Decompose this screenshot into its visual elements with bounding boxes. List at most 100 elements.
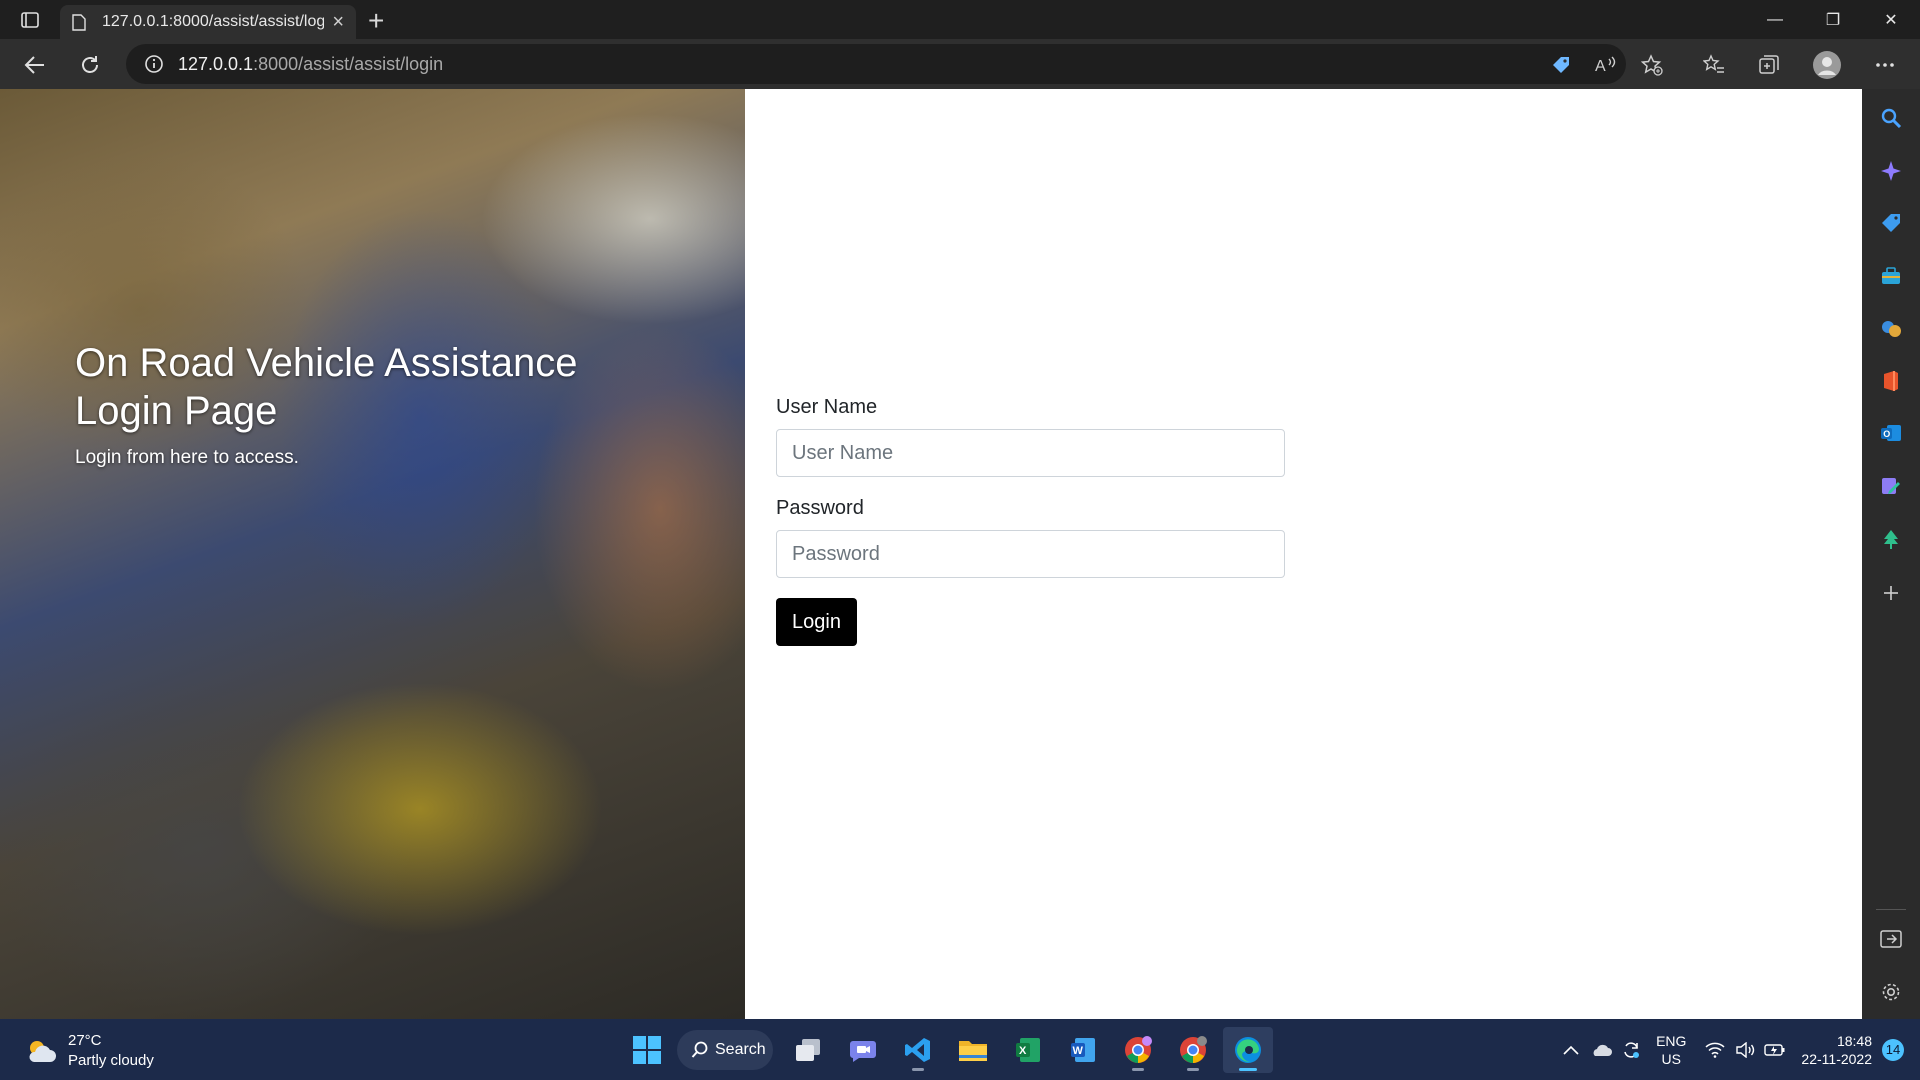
sidebar-office-icon[interactable] — [1879, 369, 1903, 393]
volume-icon[interactable] — [1731, 1041, 1759, 1058]
add-favorite-icon[interactable] — [1636, 49, 1668, 81]
address-bar-row: 127.0.0.1:8000/assist/assist/login A — [0, 39, 1920, 89]
page-content: On Road Vehicle Assistance Login Page Lo… — [0, 89, 1862, 1019]
start-button[interactable] — [622, 1027, 672, 1073]
wifi-icon[interactable] — [1701, 1042, 1729, 1058]
url-path: :8000/assist/assist/login — [253, 53, 444, 74]
hero-image: On Road Vehicle Assistance Login Page Lo… — [0, 89, 745, 1019]
password-input[interactable] — [776, 530, 1285, 578]
teams-chat-app[interactable] — [838, 1027, 888, 1073]
profile-avatar-icon[interactable] — [1811, 49, 1843, 81]
favorites-icon[interactable] — [1698, 49, 1730, 81]
sidebar-tree-icon[interactable] — [1879, 527, 1903, 551]
url-bar[interactable]: 127.0.0.1:8000/assist/assist/login — [126, 44, 1626, 84]
svg-text:A: A — [1595, 58, 1606, 75]
sidebar-outlook-icon[interactable]: O — [1879, 421, 1903, 445]
sidebar-hide-icon[interactable] — [1879, 927, 1903, 951]
read-aloud-icon[interactable]: A — [1590, 49, 1622, 81]
edge-app[interactable] — [1223, 1027, 1273, 1073]
word-app[interactable]: W — [1058, 1027, 1108, 1073]
search-label: Search — [715, 1041, 766, 1058]
sidebar-divider — [1876, 909, 1906, 910]
clock[interactable]: 18:48 22-11-2022 — [1801, 1032, 1872, 1068]
sidebar-search-icon[interactable] — [1879, 106, 1903, 130]
language-indicator[interactable]: ENG US — [1656, 1032, 1686, 1068]
sidebar-games-icon[interactable] — [1879, 317, 1903, 341]
task-view-button[interactable] — [783, 1027, 833, 1073]
sidebar-discover-icon[interactable] — [1879, 159, 1903, 183]
chrome-app-1[interactable] — [1113, 1027, 1163, 1073]
partly-cloudy-icon — [29, 1041, 56, 1062]
shopping-tag-icon[interactable] — [1545, 49, 1577, 81]
weather-temp: 27°C — [68, 1032, 102, 1049]
language-code: ENG — [1656, 1032, 1687, 1049]
window-controls: — ❐ ✕ — [1746, 0, 1920, 39]
running-indicator — [1239, 1068, 1257, 1071]
browser-tab-bar: 127.0.0.1:8000/assist/assist/login × + —… — [0, 0, 1920, 39]
close-tab-icon[interactable]: × — [332, 12, 344, 32]
sidebar-drop-icon[interactable] — [1879, 474, 1903, 498]
username-label: User Name — [776, 396, 878, 418]
close-window-button[interactable]: ✕ — [1862, 0, 1920, 39]
running-indicator — [1132, 1068, 1144, 1071]
sidebar-tools-icon[interactable] — [1879, 264, 1903, 288]
onedrive-icon[interactable] — [1587, 1042, 1615, 1058]
chat-icon — [850, 1041, 876, 1062]
system-tray: ENG US 18:48 22-11-2022 14 — [1556, 1019, 1920, 1080]
back-button[interactable] — [19, 49, 51, 81]
page-title: On Road Vehicle Assistance Login Page — [75, 341, 578, 433]
minimize-button[interactable]: — — [1746, 0, 1804, 39]
password-label: Password — [776, 497, 864, 519]
region-code: US — [1661, 1050, 1681, 1067]
restore-button[interactable]: ❐ — [1804, 0, 1862, 39]
login-form: User Name Password Login — [776, 396, 1285, 646]
refresh-button[interactable] — [74, 49, 106, 81]
back-arrow-icon — [24, 56, 44, 74]
vscode-icon — [905, 1038, 930, 1062]
chrome-app-2[interactable] — [1168, 1027, 1218, 1073]
weather-widget[interactable]: 27°C Partly cloudy — [24, 1031, 154, 1071]
battery-icon[interactable] — [1761, 1043, 1789, 1057]
file-explorer-app[interactable] — [948, 1027, 998, 1073]
folder-icon — [959, 1041, 987, 1061]
notification-badge[interactable]: 14 — [1882, 1038, 1904, 1061]
edge-icon — [1235, 1037, 1261, 1063]
new-tab-button[interactable]: + — [368, 7, 384, 35]
url-host: 127.0.0.1 — [178, 53, 254, 74]
windows-taskbar: 27°C Partly cloudy Search X W ENG US 18:… — [0, 1019, 1920, 1080]
active-tab[interactable]: 127.0.0.1:8000/assist/assist/login × — [60, 5, 356, 39]
excel-icon: X — [1016, 1038, 1040, 1062]
svg-text:X: X — [1019, 1045, 1027, 1057]
running-indicator — [1187, 1068, 1199, 1071]
task-view-icon — [796, 1039, 820, 1061]
collections-icon[interactable] — [1753, 49, 1785, 81]
word-icon: W — [1071, 1038, 1095, 1062]
username-input[interactable] — [776, 429, 1285, 477]
refresh-icon — [82, 56, 98, 73]
chrome-icon — [1180, 1036, 1207, 1063]
excel-app[interactable]: X — [1003, 1027, 1053, 1073]
search-icon — [691, 1041, 708, 1058]
svg-text:O: O — [1883, 429, 1890, 439]
sidebar-add-icon[interactable] — [1879, 581, 1903, 605]
windows-logo-icon — [633, 1036, 661, 1064]
clock-date: 22-11-2022 — [1801, 1050, 1872, 1067]
page-icon — [72, 13, 86, 31]
sidebar-settings-icon[interactable] — [1879, 980, 1903, 1004]
taskbar-apps: Search X W — [622, 1027, 1278, 1073]
chrome-icon — [1125, 1036, 1152, 1063]
tab-actions-icon[interactable] — [14, 9, 46, 31]
site-info-icon[interactable] — [144, 54, 164, 74]
sync-icon[interactable] — [1617, 1040, 1645, 1060]
hero-text-block: On Road Vehicle Assistance Login Page Lo… — [75, 339, 635, 469]
clock-time: 18:48 — [1836, 1032, 1872, 1049]
taskbar-search[interactable]: Search — [677, 1030, 773, 1070]
show-hidden-icons-icon[interactable] — [1557, 1045, 1585, 1055]
running-indicator — [912, 1068, 924, 1071]
vscode-app[interactable] — [893, 1027, 943, 1073]
page-subtitle: Login from here to access. — [75, 447, 299, 468]
weather-desc: Partly cloudy — [68, 1052, 154, 1069]
sidebar-shopping-icon[interactable] — [1879, 211, 1903, 235]
more-options-icon[interactable] — [1869, 49, 1901, 81]
login-button[interactable]: Login — [776, 598, 857, 646]
